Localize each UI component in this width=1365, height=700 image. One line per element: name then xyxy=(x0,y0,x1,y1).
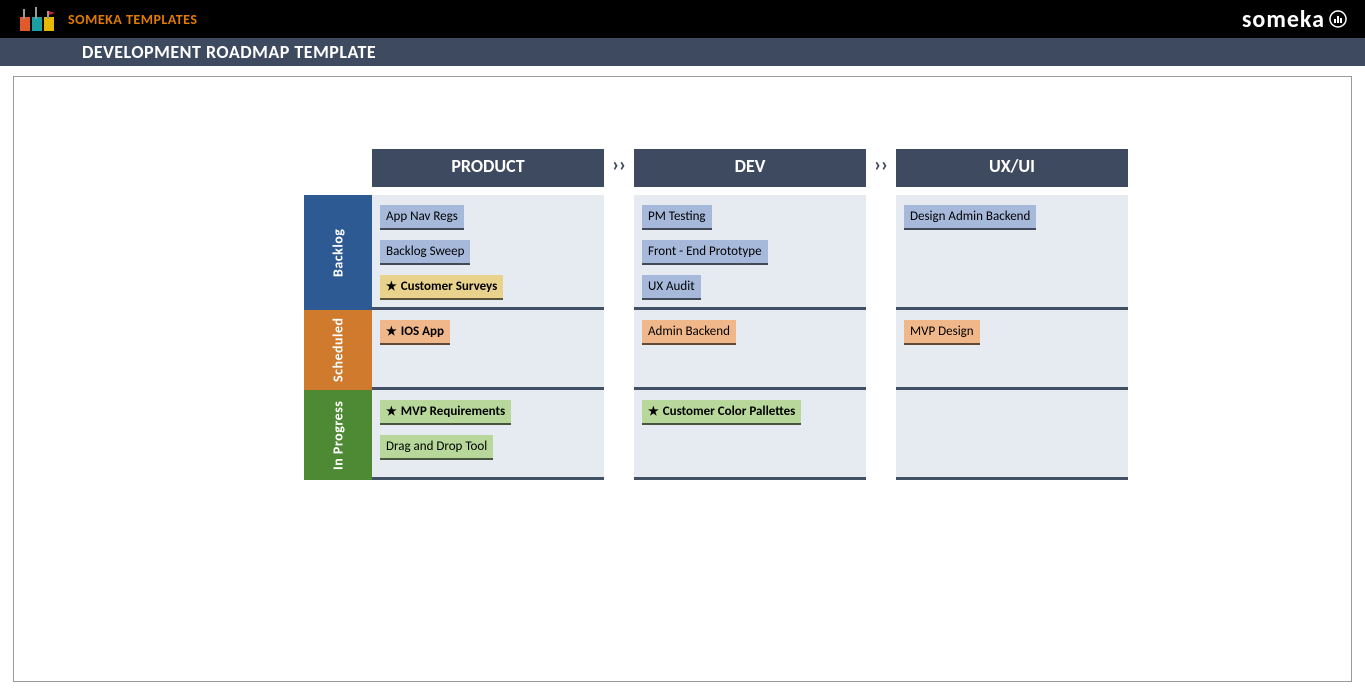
row-leading-blank xyxy=(14,390,304,480)
roadmap-item[interactable]: Customer Surveys xyxy=(380,275,503,300)
roadmap-item[interactable]: Drag and Drop Tool xyxy=(380,435,493,460)
roadmap-item[interactable]: Design Admin Backend xyxy=(904,205,1036,230)
roadmap-item[interactable]: MVP Design xyxy=(904,320,980,345)
roadmap-item[interactable]: Admin Backend xyxy=(642,320,736,345)
brand-block: SOMEKA TEMPLATES xyxy=(18,5,197,33)
brand-name: SOMEKA TEMPLATES xyxy=(68,11,197,28)
roadmap-item[interactable]: Backlog Sweep xyxy=(380,240,470,265)
cell-progress-dev: Customer Color Pallettes xyxy=(634,390,866,480)
row-label-scheduled: Scheduled xyxy=(304,310,372,390)
column-header-dev: DEV xyxy=(634,149,866,187)
brand-logo-label: someka xyxy=(1242,5,1325,34)
roadmap-item[interactable]: Front - End Prototype xyxy=(642,240,768,265)
cell-backlog-dev: PM Testing Front - End Prototype UX Audit xyxy=(634,195,866,310)
roadmap-item[interactable]: PM Testing xyxy=(642,205,712,230)
brand-logo-mark xyxy=(1329,10,1347,28)
cell-scheduled-uxui: MVP Design xyxy=(896,310,1128,390)
roadmap-item[interactable]: MVP Requirements xyxy=(380,400,511,425)
cell-scheduled-dev: Admin Backend xyxy=(634,310,866,390)
brand-logo-icon xyxy=(18,5,58,33)
canvas-wrapper: PRODUCT››DEV››UX/UIBacklogApp Nav RegsBa… xyxy=(0,66,1365,682)
header-leading-blank xyxy=(14,149,372,187)
row-label-progress: In Progress xyxy=(304,390,372,480)
column-gap xyxy=(866,195,896,310)
column-gap xyxy=(866,390,896,480)
page-title: DEVELOPMENT ROADMAP TEMPLATE xyxy=(82,41,376,63)
chevron-icon: ›› xyxy=(604,149,634,187)
roadmap-grid: PRODUCT››DEV››UX/UIBacklogApp Nav RegsBa… xyxy=(14,149,1351,480)
cell-backlog-product: App Nav Regs Backlog Sweep Customer Survey… xyxy=(372,195,604,310)
chevron-icon: ›› xyxy=(866,149,896,187)
column-header-uxui: UX/UI xyxy=(896,149,1128,187)
cell-scheduled-product: IOS App xyxy=(372,310,604,390)
column-gap xyxy=(604,310,634,390)
canvas: PRODUCT››DEV››UX/UIBacklogApp Nav RegsBa… xyxy=(13,76,1352,682)
column-gap xyxy=(604,390,634,480)
row-leading-blank xyxy=(14,310,304,390)
cell-progress-uxui xyxy=(896,390,1128,480)
top-bar: SOMEKA TEMPLATES someka xyxy=(0,0,1365,38)
column-gap xyxy=(866,310,896,390)
column-header-product: PRODUCT xyxy=(372,149,604,187)
row-label-backlog: Backlog xyxy=(304,195,372,310)
cell-backlog-uxui: Design Admin Backend xyxy=(896,195,1128,310)
roadmap-item[interactable]: IOS App xyxy=(380,320,450,345)
header-gap xyxy=(14,187,1128,195)
roadmap-item[interactable]: App Nav Regs xyxy=(380,205,464,230)
roadmap-item[interactable]: UX Audit xyxy=(642,275,701,300)
page-title-bar: DEVELOPMENT ROADMAP TEMPLATE xyxy=(0,38,1365,66)
roadmap-item[interactable]: Customer Color Pallettes xyxy=(642,400,801,425)
row-leading-blank xyxy=(14,195,304,310)
brand-logo-text: someka xyxy=(1242,5,1347,34)
cell-progress-product: MVP Requirements Drag and Drop Tool xyxy=(372,390,604,480)
column-gap xyxy=(604,195,634,310)
